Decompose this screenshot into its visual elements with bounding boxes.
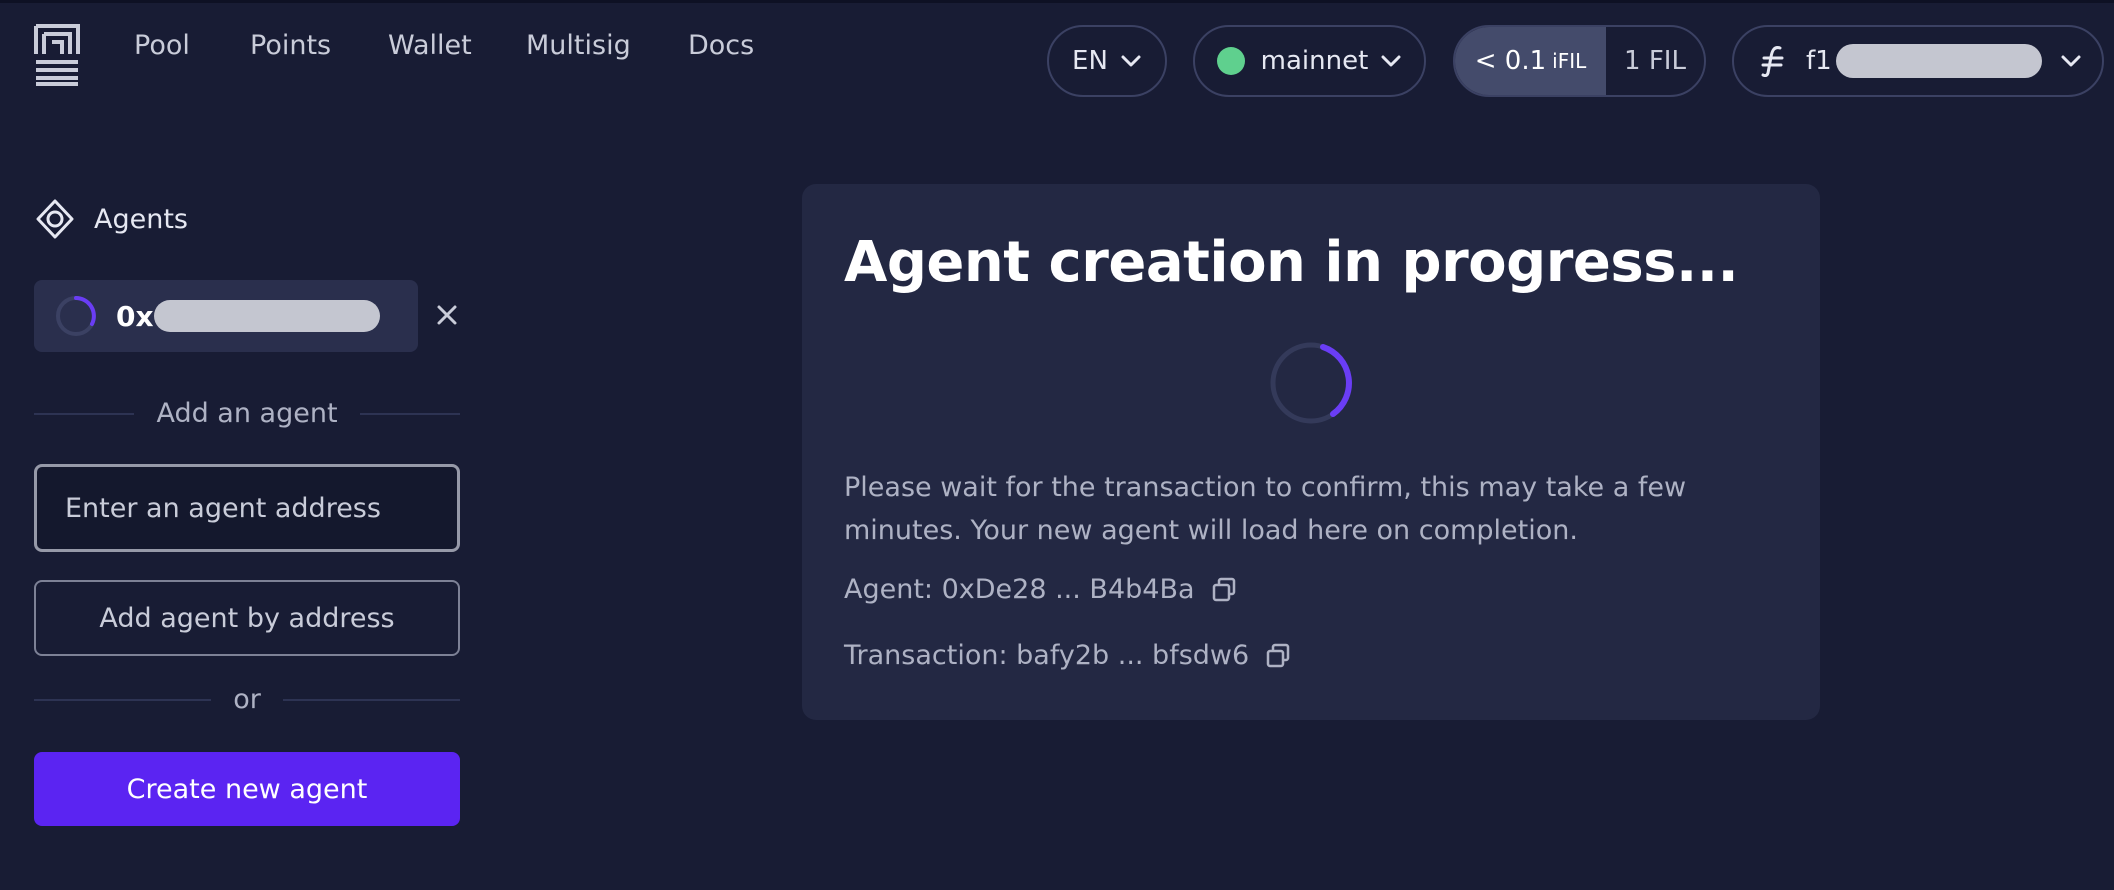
close-icon[interactable] [434, 302, 460, 328]
agent-address-line: Agent: 0xDe28 ... B4b4Ba [844, 574, 1237, 605]
amount-toggle: < 0.1 iFIL 1 FIL [1453, 25, 1706, 97]
chevron-down-icon [1121, 55, 1141, 67]
nav-link-points[interactable]: Points [250, 30, 331, 61]
divider-line [34, 698, 212, 701]
add-agent-divider: Add an agent [34, 398, 460, 429]
chevron-down-icon [2061, 55, 2081, 67]
account-selector[interactable]: f1 [1732, 25, 2104, 97]
nav-link-multisig[interactable]: Multisig [526, 30, 631, 61]
nav-link-wallet[interactable]: Wallet [388, 30, 472, 61]
redacted-account-address [1835, 44, 2042, 78]
toggle-option-large[interactable]: 1 FIL [1606, 27, 1704, 95]
language-label: EN [1072, 46, 1108, 76]
copy-icon[interactable] [1265, 643, 1291, 669]
nav-link-docs[interactable]: Docs [688, 30, 754, 61]
loading-spinner-icon [1270, 342, 1352, 424]
network-label: mainnet [1260, 46, 1369, 76]
agents-header: Agents [34, 198, 188, 240]
top-bar: Pool Points Wallet Multisig Docs EN main… [0, 0, 2114, 110]
agent-address-input[interactable]: Enter an agent address [34, 464, 460, 552]
top-border [0, 0, 2114, 3]
card-description: Please wait for the transaction to confi… [844, 472, 1687, 546]
create-new-agent-button[interactable]: Create new agent [34, 752, 460, 826]
divider-line [359, 412, 460, 415]
add-agent-by-address-button[interactable]: Add agent by address [34, 580, 460, 656]
copy-icon[interactable] [1211, 577, 1237, 603]
language-selector[interactable]: EN [1047, 25, 1167, 97]
agent-address-prefix: 0x [116, 299, 154, 333]
network-status-dot [1216, 47, 1245, 75]
agent-address-text: Agent: 0xDe28 ... B4b4Ba [844, 574, 1195, 605]
toggle-option-small[interactable]: < 0.1 iFIL [1455, 27, 1606, 95]
nav-link-pool[interactable]: Pool [134, 30, 190, 61]
filecoin-icon [1761, 46, 1784, 77]
logo-icon[interactable] [34, 24, 80, 86]
network-selector[interactable]: mainnet [1193, 25, 1426, 97]
agent-list-item[interactable]: 0x [34, 280, 418, 352]
transaction-line: Transaction: bafy2b ... bfsdw6 [844, 640, 1291, 671]
account-address-prefix: f1 [1806, 46, 1832, 76]
divider-line [34, 412, 135, 415]
agents-icon [36, 199, 74, 239]
chevron-down-icon [1381, 55, 1401, 67]
card-title: Agent creation in progress... [844, 230, 1739, 295]
add-agent-divider-label: Add an agent [156, 398, 338, 429]
or-divider-label: or [233, 684, 261, 715]
redacted-agent-address [153, 300, 380, 332]
agent-loading-spinner-icon [56, 296, 96, 336]
or-divider: or [34, 684, 460, 715]
divider-line [282, 698, 460, 701]
agent-creation-card: Agent creation in progress... Please wai… [802, 184, 1820, 720]
agents-title: Agents [94, 203, 188, 235]
toggle-option-small-unit: iFIL [1552, 49, 1587, 73]
toggle-option-small-label: < 0.1 [1474, 46, 1547, 76]
transaction-text: Transaction: bafy2b ... bfsdw6 [844, 640, 1250, 671]
